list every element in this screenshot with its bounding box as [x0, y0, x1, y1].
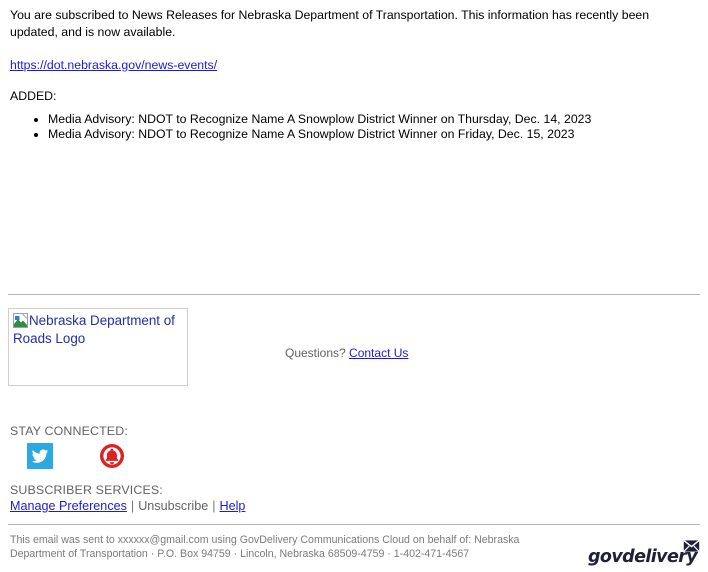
- subscribe-bell-icon[interactable]: [99, 443, 125, 469]
- advisory-list: Media Advisory: NDOT to Recognize Name A…: [10, 112, 698, 142]
- legal-text-block: This email was sent to xxxxxx@gmail.com …: [10, 533, 570, 561]
- subscriber-services-label: SUBSCRIBER SERVICES:: [10, 483, 163, 497]
- link-separator: |: [212, 499, 216, 513]
- list-item: Media Advisory: NDOT to Recognize Name A…: [48, 127, 698, 142]
- footer-branding-row: Nebraska Department of Roads Logo Questi…: [0, 306, 708, 390]
- unsubscribe-label[interactable]: Unsubscribe: [138, 499, 208, 513]
- twitter-icon[interactable]: [27, 443, 53, 469]
- govdelivery-logo: govdelivery: [588, 539, 700, 569]
- added-label: ADDED:: [10, 89, 57, 103]
- subscriber-services-section: SUBSCRIBER SERVICES: Manage Preferences |…: [10, 483, 245, 513]
- contact-us-link[interactable]: Contact Us: [349, 346, 408, 360]
- social-icon-row: [10, 443, 128, 469]
- intro-paragraph: You are subscribed to News Releases for …: [10, 8, 650, 39]
- broken-image-icon: [13, 313, 28, 328]
- envelope-icon: [683, 539, 700, 558]
- horizontal-rule: [8, 294, 700, 295]
- news-events-link-row: https://dot.nebraska.gov/news-events/: [10, 56, 698, 74]
- email-message-body: You are subscribed to News Releases for …: [0, 0, 708, 142]
- stay-connected-section: STAY CONNECTED:: [10, 424, 128, 469]
- subscriber-services-links: Manage Preferences | Unsubscribe | Help: [10, 499, 245, 513]
- legal-line-2: Transportation · P.O. Box 94759 · Lincol…: [79, 548, 470, 560]
- legal-footer-row: This email was sent to xxxxxx@gmail.com …: [0, 533, 708, 572]
- agency-logo-placeholder: Nebraska Department of Roads Logo: [8, 308, 188, 386]
- govdelivery-wordmark: govdelivery: [588, 547, 698, 567]
- legal-divider: [8, 524, 700, 525]
- news-events-link[interactable]: https://dot.nebraska.gov/news-events/: [10, 58, 217, 72]
- link-separator: |: [130, 499, 135, 513]
- manage-preferences-link[interactable]: Manage Preferences: [10, 499, 127, 513]
- stay-connected-label: STAY CONNECTED:: [10, 424, 128, 438]
- help-link[interactable]: Help: [219, 499, 245, 513]
- questions-block: Questions? Contact Us: [285, 346, 408, 360]
- agency-logo-alt-text: Nebraska Department of Roads Logo: [13, 313, 175, 346]
- list-item: Media Advisory: NDOT to Recognize Name A…: [48, 112, 698, 127]
- horizontal-rule: [8, 524, 700, 525]
- questions-label: Questions?: [285, 346, 346, 360]
- footer-top-divider: [8, 294, 700, 295]
